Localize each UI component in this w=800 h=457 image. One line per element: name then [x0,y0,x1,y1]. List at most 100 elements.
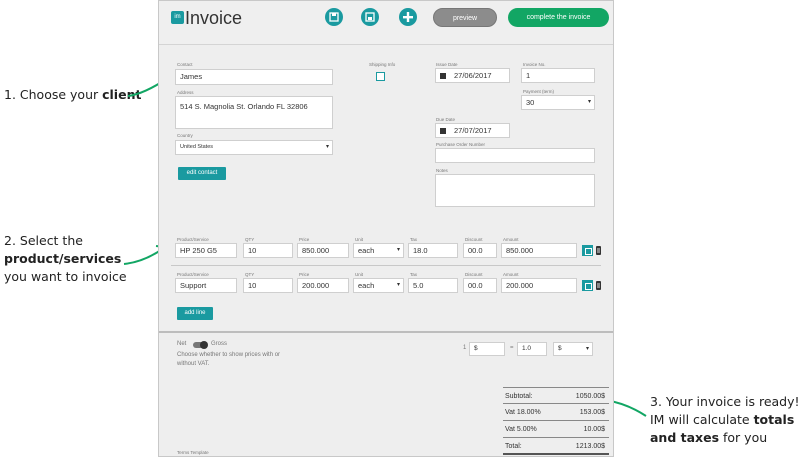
due-date-value: 27/07/2017 [454,126,492,135]
payment-term-label: Payment (term) [523,89,555,94]
subtotal-label: Subtotal: [505,393,533,400]
save-copy-button[interactable] [361,8,379,26]
complete-invoice-button[interactable]: complete the invoice [508,8,609,27]
payment-term-select[interactable]: 30 [521,95,595,110]
country-select[interactable]: United States [175,140,333,155]
line1-qty-input[interactable]: 10 [243,243,293,258]
line2-product-input[interactable]: Support [175,278,237,293]
edit-contact-button[interactable]: edit contact [178,167,226,180]
notes-label: Notes [436,168,448,173]
line1-save-button[interactable] [582,245,593,256]
due-date-label: Due Date [436,117,456,122]
subtotal-row: Subtotal: 1050.00$ [503,387,609,404]
vat2-value: 10.00$ [583,426,605,433]
due-date-input[interactable]: 27/07/2017 [435,123,510,138]
line2-unit-label: Unit [355,272,364,277]
notes-input[interactable] [435,174,595,207]
page-title: Invoice [185,8,243,28]
line1-tax-label: Tax [410,237,418,242]
line1-unit-select[interactable]: each [353,243,404,258]
line1-amount-input[interactable]: 850.000 [501,243,577,258]
invoice-no-input[interactable]: 1 [521,68,595,83]
app-logo: im [171,11,184,24]
po-number-label: Purchase Order Number [436,142,486,147]
line2-discount-label: Discount [465,272,483,277]
line1-qty-label: QTY [245,237,255,242]
address-input[interactable]: 514 S. Magnolia St. Orlando FL 32806 [175,96,333,129]
currency-from-input[interactable]: $ [469,342,505,356]
annotation-step3-bold1: totals [753,412,795,427]
vat2-row: Vat 5.00% 10.00$ [503,421,609,438]
add-line-button[interactable]: add line [177,307,213,320]
line2-price-label: Price [299,272,310,277]
line1-price-input[interactable]: 850.000 [297,243,349,258]
net-gross-help: Choose whether to show prices with or wi… [177,352,281,367]
line2-qty-label: QTY [245,272,255,277]
add-icon [403,12,413,22]
line1-discount-input[interactable]: 00.0 [463,243,497,258]
line1-price-label: Price [299,237,310,242]
contact-label: Contact [177,62,193,67]
calendar-icon[interactable] [440,128,446,134]
annotation-step2-line1: 2. Select the [4,233,83,248]
line1-amount-label: Amount [503,237,519,242]
totals-table: Subtotal: 1050.00$ Vat 18.00% 153.00$ Va… [503,387,609,455]
contact-input[interactable]: James [175,69,333,85]
top-bar: im Invoice preview complete the invoice [159,1,613,45]
country-label: Country [177,133,193,138]
vat1-value: 153.00$ [579,409,605,416]
total-value: 1213.00$ [575,443,605,450]
shipping-checkbox[interactable] [376,72,385,81]
vat1-label: Vat 18.00% [505,409,541,416]
line2-save-button[interactable] [582,280,593,291]
save-button[interactable] [325,8,343,26]
invoice-no-label: Invoice No. [523,62,546,67]
address-label: Address [177,90,194,95]
trash-icon[interactable] [596,281,601,290]
save-copy-icon [365,12,375,22]
line1-product-label: Product/Service [177,237,209,242]
line1-product-input[interactable]: HP 250 G5 [175,243,237,258]
net-label: Net [177,341,187,347]
issue-date-input[interactable]: 27/06/2017 [435,68,510,83]
preview-button[interactable]: preview [433,8,497,27]
currency-to-select[interactable]: $ [553,342,593,356]
equals-sign: = [510,345,514,351]
line2-amount-input[interactable]: 200.000 [501,278,577,293]
line-divider [171,265,601,266]
line1-tax-input[interactable]: 18.0 [408,243,458,258]
total-label: Total: [505,443,522,450]
line2-tax-input[interactable]: 5.0 [408,278,458,293]
annotation-step3-pre: IM will calculate [650,412,754,427]
vat2-label: Vat 5.00% [505,426,537,433]
line2-amount-label: Amount [503,272,519,277]
line2-unit-select[interactable]: each [353,278,404,293]
issue-date-value: 27/06/2017 [454,71,492,80]
annotation-step2-bold: product/services [4,251,122,266]
terms-label: Terms Template [177,450,209,455]
line2-product-label: Product/Service [177,272,209,277]
invoice-app: im Invoice preview complete the invoice … [158,0,614,457]
vat1-row: Vat 18.00% 153.00$ [503,404,609,421]
exchange-rate-input[interactable]: 1.0 [517,342,547,356]
trash-icon[interactable] [596,246,601,255]
line1-unit-label: Unit [355,237,364,242]
po-number-input[interactable] [435,148,595,163]
line1-discount-label: Discount [465,237,483,242]
line2-tax-label: Tax [410,272,418,277]
calendar-icon[interactable] [440,73,446,79]
add-button[interactable] [399,8,417,26]
annotation-step3: 3. Your invoice is ready! IM will calcul… [650,393,800,447]
annotation-step2-line3: you want to invoice [4,269,127,284]
annotation-step1-text: 1. Choose your [4,87,103,102]
annotation-step3-post: for you [719,430,768,445]
save-icon [329,12,339,22]
net-gross-toggle[interactable] [193,341,208,349]
line2-discount-input[interactable]: 00.0 [463,278,497,293]
subtotal-value: 1050.00$ [575,393,605,400]
annotation-step3-line1: 3. Your invoice is ready! [650,394,800,409]
line2-qty-input[interactable]: 10 [243,278,293,293]
annotation-step2: 2. Select the product/services you want … [4,232,127,286]
shipping-label: Shipping Info [369,62,396,67]
line2-price-input[interactable]: 200.000 [297,278,349,293]
